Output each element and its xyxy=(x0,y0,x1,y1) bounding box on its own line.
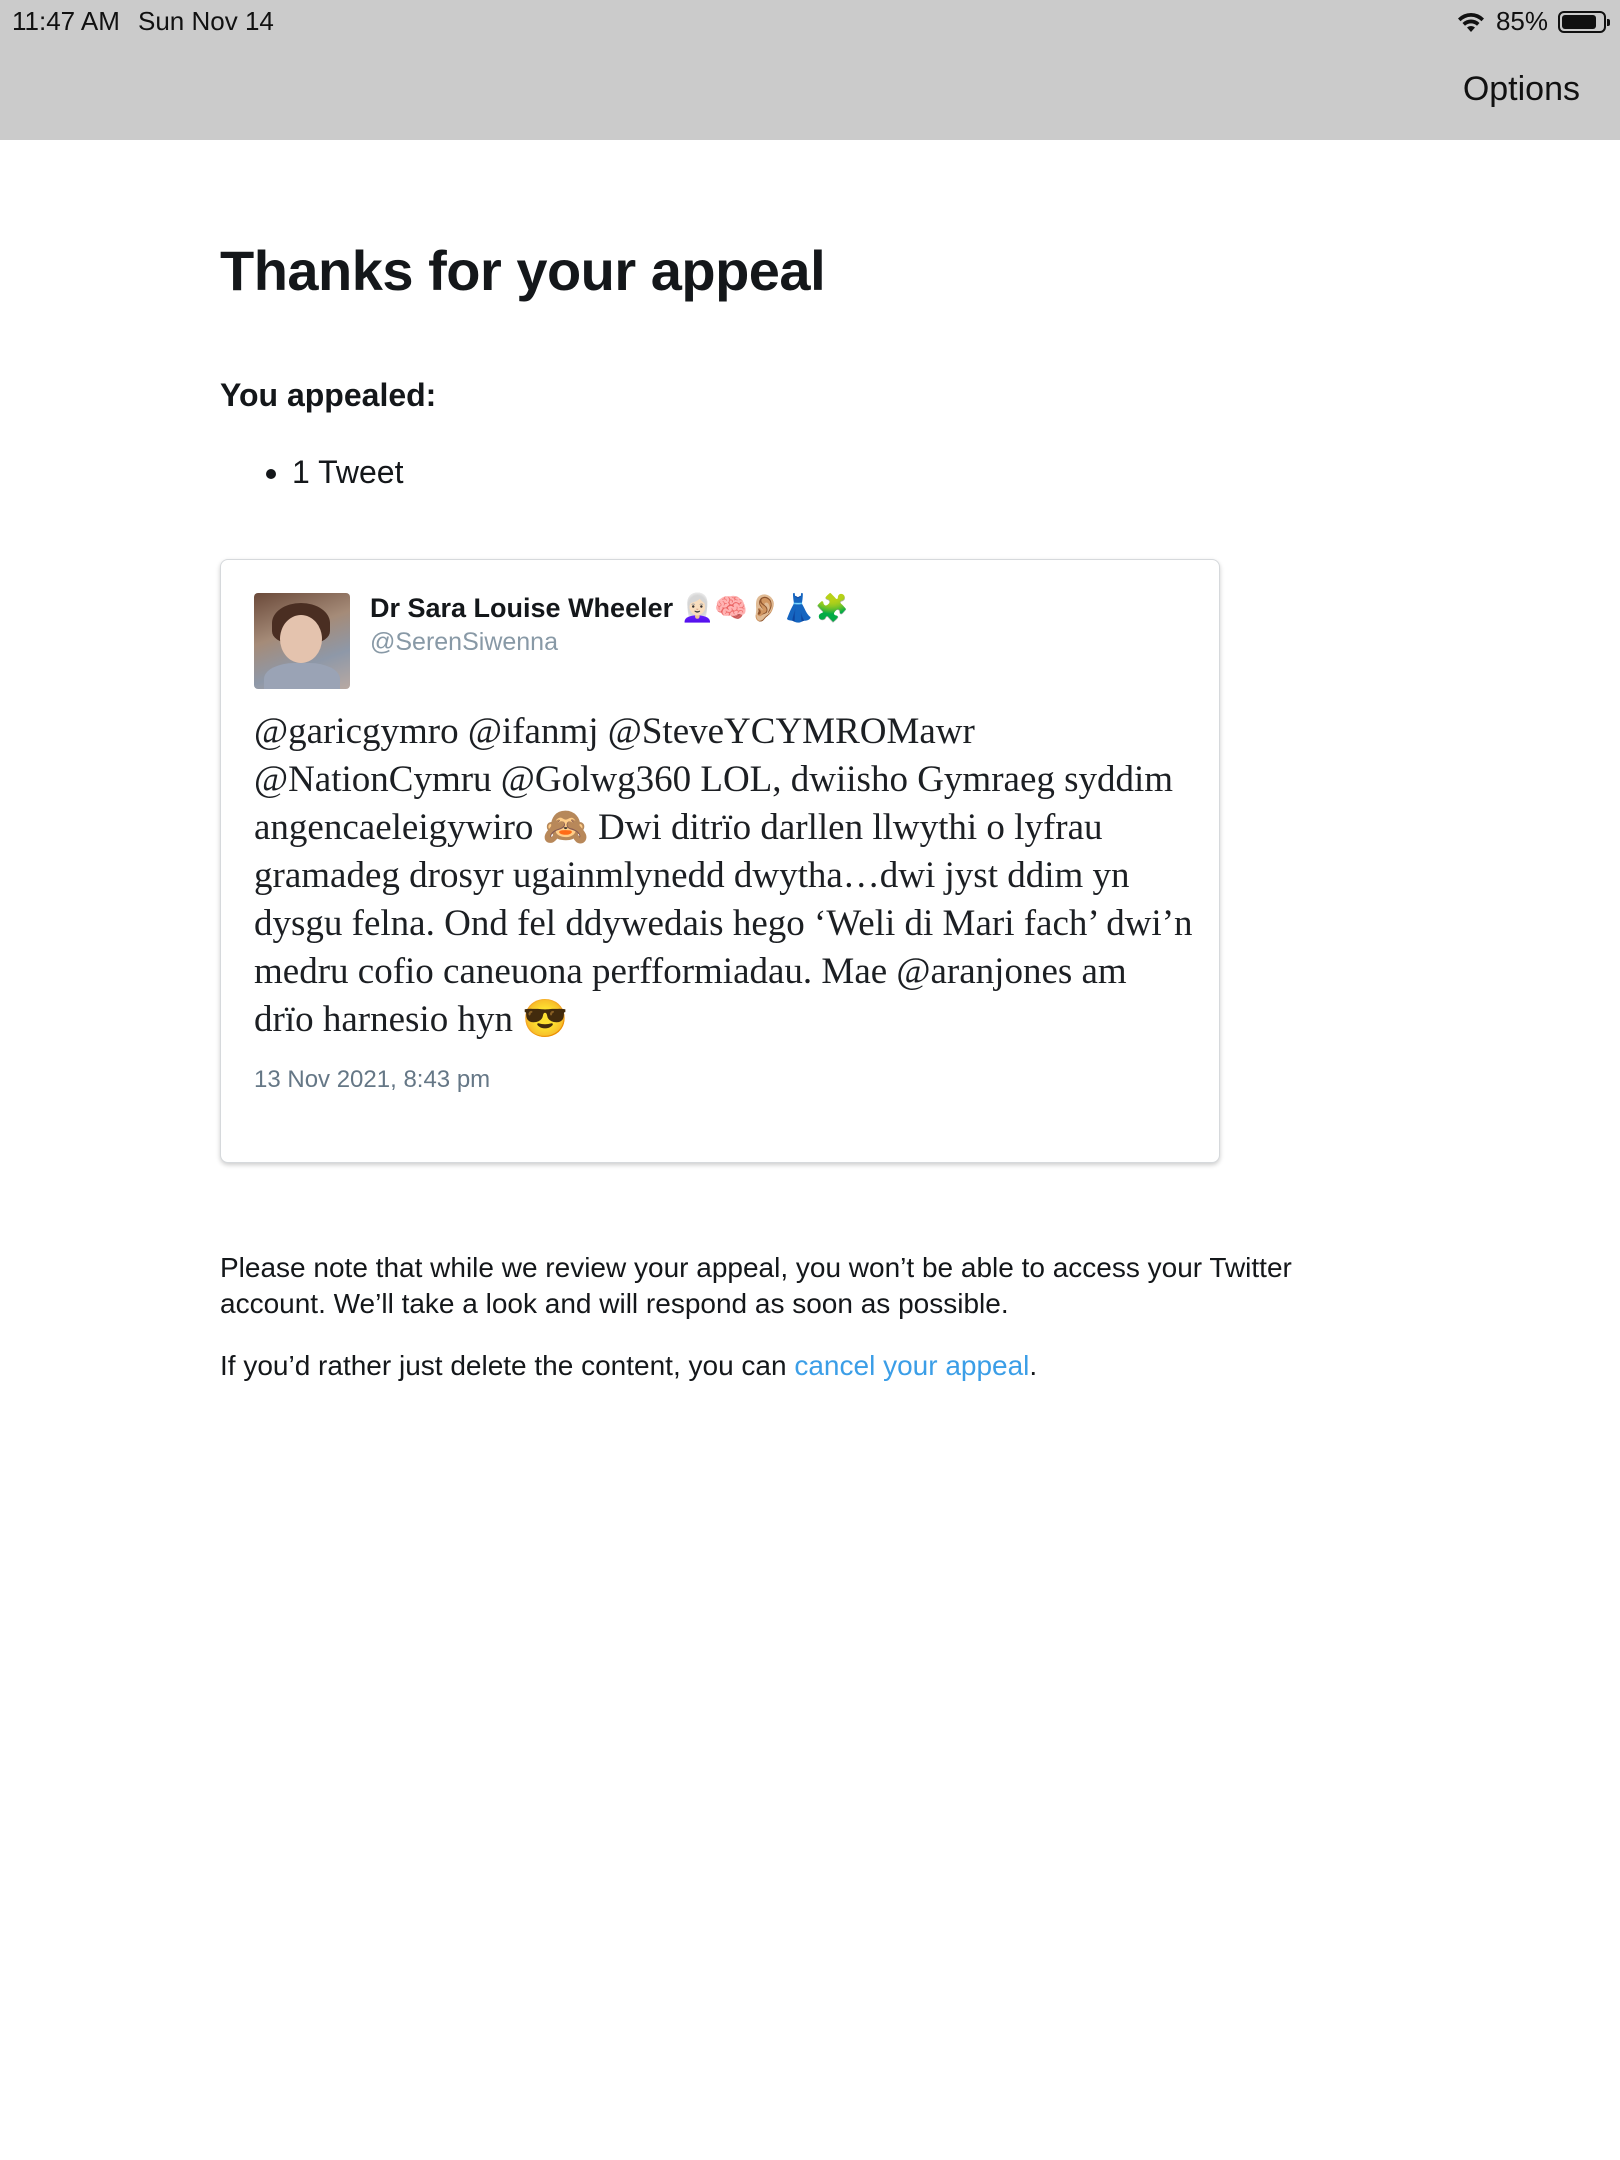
battery-level xyxy=(1562,14,1596,29)
appeal-confirmation: Thanks for your appeal You appealed: 1 T… xyxy=(220,140,1420,1381)
options-button[interactable]: Options xyxy=(1463,70,1580,109)
status-date: Sun Nov 14 xyxy=(138,6,274,36)
tweet-text: @garicgymro @ifanmj @SteveYCYMROMawr @Na… xyxy=(254,711,1193,1040)
cancel-appeal-link[interactable]: cancel your appeal xyxy=(794,1350,1029,1381)
battery-percent: 85% xyxy=(1495,6,1548,36)
list-item: 1 Tweet xyxy=(292,454,1420,491)
battery-icon xyxy=(1558,10,1610,33)
status-indicators: 85% xyxy=(1456,6,1610,37)
wifi-icon xyxy=(1457,12,1484,32)
tweet-timestamp: 13 Nov 2021, 8:43 pm xyxy=(254,1066,491,1093)
tweet-author-handle: @SerenSiwenna xyxy=(370,628,558,656)
cancel-sentence: If you’d rather just delete the content,… xyxy=(220,1350,1037,1382)
tweet-card: Dr Sara Louise Wheeler 👩🏻‍🦳🧠👂🏼👗🧩 @SerenS… xyxy=(220,559,1220,1163)
top-bar: 11:47 AM Sun Nov 14 85% Options xyxy=(0,0,1620,140)
appealed-items-list: 1 Tweet xyxy=(220,454,1420,491)
page-title: Thanks for your appeal xyxy=(220,239,826,302)
review-note: Please note that while we review your ap… xyxy=(220,1252,1292,1319)
tweet-author-name: Dr Sara Louise Wheeler 👩🏻‍🦳🧠👂🏼👗🧩 xyxy=(370,593,849,623)
cancel-prefix: If you’d rather just delete the content,… xyxy=(220,1350,795,1381)
status-time: 11:47 AM xyxy=(12,6,120,36)
cancel-suffix: . xyxy=(1029,1350,1038,1381)
appealed-label: You appealed: xyxy=(220,377,437,413)
avatar xyxy=(254,593,350,689)
